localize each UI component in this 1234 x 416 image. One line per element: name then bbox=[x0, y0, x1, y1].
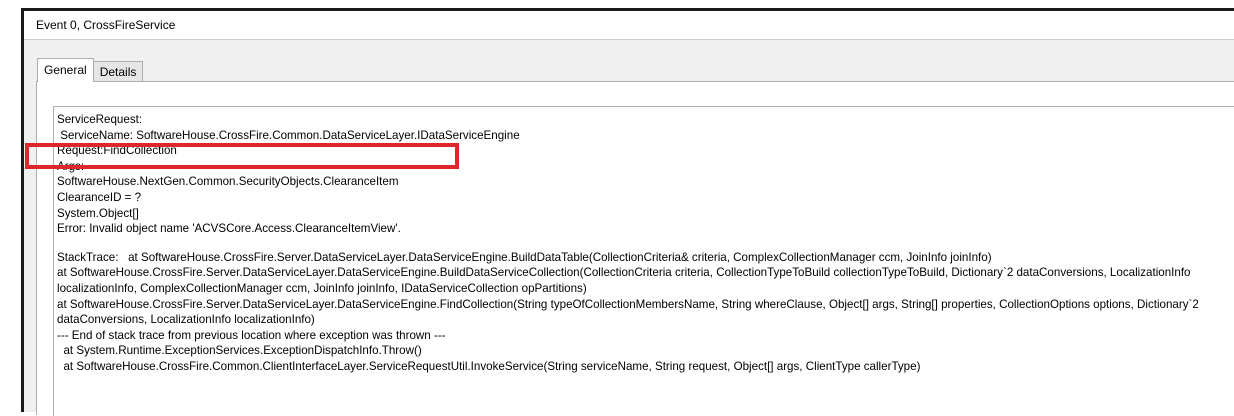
stack-trace-line: at SoftwareHouse.CrossFire.Common.Client… bbox=[57, 359, 921, 373]
stack-trace-line: StackTrace: at SoftwareHouse.CrossFire.S… bbox=[57, 250, 992, 264]
text-line: System.Object[] bbox=[57, 206, 139, 220]
stack-trace-line: at SoftwareHouse.CrossFire.Server.DataSe… bbox=[57, 266, 1191, 295]
general-tab-panel: ServiceRequest: ServiceName: SoftwareHou… bbox=[36, 81, 1234, 416]
text-line: SoftwareHouse.NextGen.Common.SecurityObj… bbox=[57, 175, 399, 189]
event-properties-window: Event 0, CrossFireService General Detail… bbox=[21, 8, 1234, 416]
window-title: Event 0, CrossFireService bbox=[24, 11, 1234, 40]
event-description-textbox[interactable]: ServiceRequest: ServiceName: SoftwareHou… bbox=[53, 106, 1234, 416]
text-line: ServiceName: SoftwareHouse.CrossFire.Com… bbox=[57, 128, 520, 142]
stack-trace-line: at SoftwareHouse.CrossFire.Server.DataSe… bbox=[57, 297, 1199, 327]
tab-general[interactable]: General bbox=[37, 58, 94, 82]
tab-strip: General Details bbox=[37, 58, 144, 82]
text-line: Request:FindCollection bbox=[57, 144, 177, 158]
tab-details[interactable]: Details bbox=[92, 61, 144, 82]
stack-trace: StackTrace: at SoftwareHouse.CrossFire.S… bbox=[57, 250, 1227, 375]
stack-trace-line: --- End of stack trace from previous loc… bbox=[57, 328, 446, 342]
stack-trace-line: at System.Runtime.ExceptionServices.Exce… bbox=[57, 344, 422, 358]
error-message-line: Error: Invalid object name 'ACVSCore.Acc… bbox=[57, 222, 401, 236]
text-line: ServiceRequest: bbox=[57, 113, 143, 126]
text-line: Args: bbox=[57, 159, 85, 173]
text-line: ClearanceID = ? bbox=[57, 190, 142, 204]
